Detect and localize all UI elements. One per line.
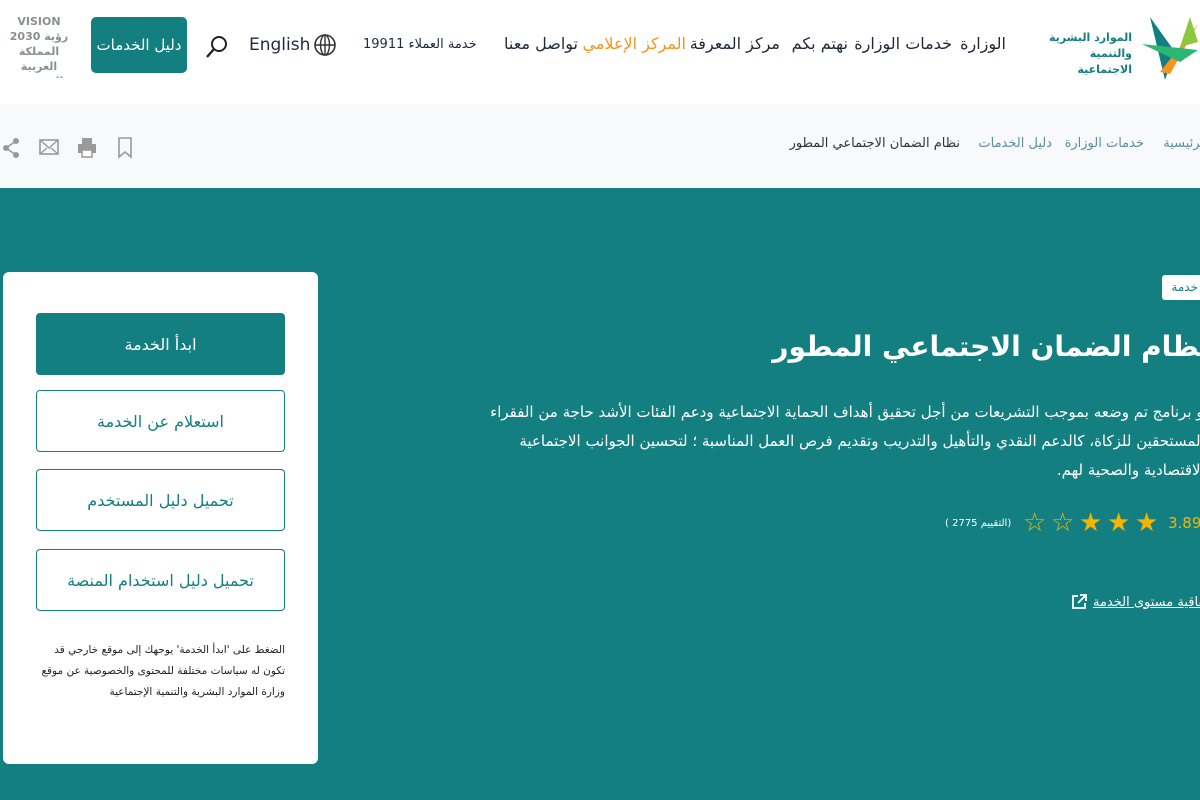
- globe-icon: [314, 34, 337, 56]
- email-icon[interactable]: [39, 139, 59, 155]
- breadcrumb-current: نظام الضمان الاجتماعي المطور: [789, 136, 960, 151]
- service-badge: خدمة: [1162, 275, 1200, 300]
- external-site-disclaimer: الضغط على 'ابدأ الخدمة' يوجهك إلى موقع خ…: [41, 644, 285, 698]
- vision-2030-logo: VISION 2030 رؤية المملكة العربية السعودي…: [9, 15, 69, 78]
- services-guide-button[interactable]: دليل الخدمات: [91, 17, 187, 73]
- inquiry-button[interactable]: استعلام عن الخدمة: [36, 390, 285, 452]
- nav-knowledge-center[interactable]: مركز المعرفة: [690, 34, 780, 53]
- star-empty-icon[interactable]: ☆: [1051, 508, 1074, 538]
- print-icon[interactable]: [77, 137, 97, 159]
- breadcrumb-home[interactable]: الرئيسية: [1163, 136, 1200, 151]
- breadcrumb-services-guide[interactable]: دليل الخدمات: [978, 136, 1052, 151]
- language-switch[interactable]: English: [249, 33, 337, 57]
- sla-link-label: اتفاقية مستوى الخدمة: [1093, 594, 1200, 610]
- star-filled-icon[interactable]: ★: [1107, 508, 1130, 538]
- rating-count: (التقييم 2775 ): [945, 518, 1012, 529]
- nav-media-center[interactable]: المركز الإعلامي: [583, 34, 687, 53]
- language-label: English: [249, 35, 311, 55]
- download-user-guide-button[interactable]: تحميل دليل المستخدم: [36, 469, 285, 531]
- search-icon[interactable]: [205, 34, 229, 60]
- sla-link[interactable]: اتفاقية مستوى الخدمة: [1071, 594, 1200, 610]
- nav-ministry[interactable]: الوزارة: [960, 34, 1006, 53]
- ministry-star-icon: [1142, 17, 1198, 80]
- nav-ministry-services[interactable]: خدمات الوزارة: [854, 34, 952, 53]
- nav-we-care[interactable]: نهتم بكم: [792, 34, 848, 53]
- rating-value: 3.899: [1168, 514, 1200, 532]
- customer-service[interactable]: خدمة العملاء 19911: [363, 37, 477, 52]
- ministry-logo[interactable]: الموارد البشرية والتنمية الاجتماعية: [1030, 12, 1200, 82]
- star-empty-icon[interactable]: ☆: [1023, 508, 1046, 538]
- start-service-button[interactable]: ابدأ الخدمة: [36, 313, 285, 375]
- nav-contact-us[interactable]: تواصل معنا: [504, 34, 578, 53]
- share-icon[interactable]: [2, 138, 20, 158]
- star-filled-icon[interactable]: ★: [1135, 508, 1158, 538]
- breadcrumb-ministry-services[interactable]: خدمات الوزارة: [1065, 136, 1144, 151]
- header: الموارد البشرية والتنمية الاجتماعية الوز…: [0, 0, 1200, 104]
- star-filled-icon[interactable]: ★: [1079, 508, 1102, 538]
- download-platform-guide-button[interactable]: تحميل دليل استخدام المنصة: [36, 549, 285, 611]
- service-description: هو برنامج تم وضعه بموجب التشريعات من أجل…: [490, 403, 1200, 479]
- external-link-icon: [1072, 594, 1087, 609]
- bookmark-icon[interactable]: [117, 137, 133, 159]
- service-title: نظام الضمان الاجتماعي المطور: [772, 330, 1200, 363]
- ministry-logo-text: الموارد البشرية والتنمية الاجتماعية: [1049, 31, 1132, 76]
